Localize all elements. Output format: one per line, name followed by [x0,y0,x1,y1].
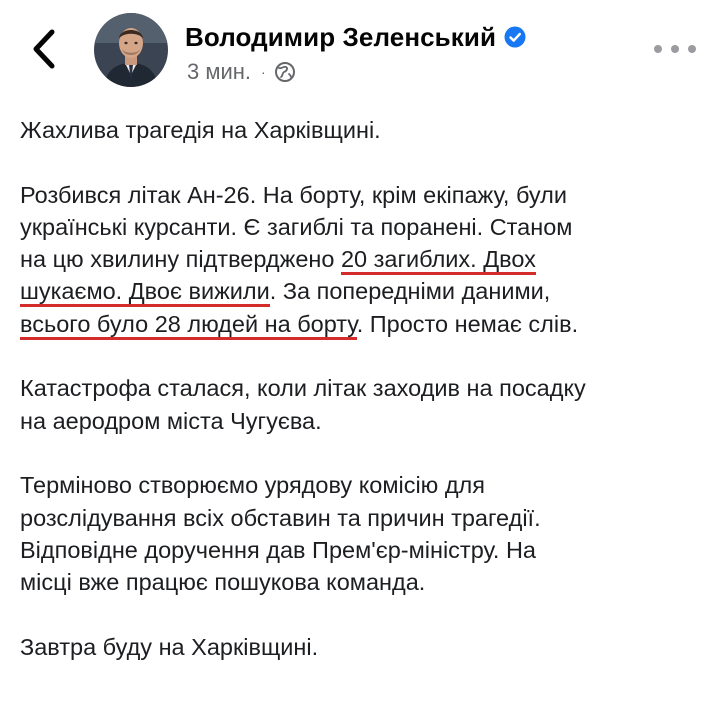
post-text: Жахлива трагедія на Харківщині. Розбився… [20,114,720,695]
text-line: місці вже працює пошукова команда. [20,569,426,596]
text-line: шукаємо. Двоє вижили. За попередніми дан… [20,275,720,308]
text-line: Терміново створюємо урядову комісію для [20,472,485,499]
post-header: Володимир Зеленський 3 мин. · [0,0,727,100]
chevron-left-icon [33,29,55,69]
text-line: Катастрофа сталася, коли літак заходив н… [20,375,586,402]
text-line: всього було 28 людей на борту. Просто не… [20,308,720,340]
paragraph-5: Завтра буду на Харківщині. [20,631,720,663]
paragraph-2: Розбився літак Ан-26. На борту, крім екі… [20,179,720,340]
underlined-text: всього було 28 людей на борту [20,310,357,340]
underlined-text: 20 загиблих. Двох [340,246,536,276]
more-options-button[interactable] [651,38,699,60]
author-row: Володимир Зеленський [185,20,526,54]
more-horizontal-icon [654,45,696,53]
text-line: Відповідне доручення дав Прем'єр-міністр… [20,536,537,563]
text-line: розслідування всіх обставин та причин тр… [20,504,541,531]
globe-icon[interactable] [274,61,296,83]
text-segment: на цю хвилину підтверджено [20,246,341,273]
avatar[interactable] [94,13,168,87]
text-segment: . За попередніми даними, [269,278,551,305]
meta-separator: · [261,64,266,80]
text-segment: . Просто немає слів. [356,310,579,337]
post-timestamp[interactable]: 3 мин. [187,59,251,85]
text-line: на цю хвилину підтверджено 20 загиблих. … [20,243,720,276]
paragraph-3: Катастрофа сталася, коли літак заходив н… [20,372,720,437]
author-name[interactable]: Володимир Зеленський [185,22,496,53]
paragraph-4: Терміново створюємо урядову комісію для … [20,469,720,598]
underlined-text: шукаємо. Двоє вижили [20,278,270,308]
text-line: Жахлива трагедія на Харківщині. [20,117,381,143]
text-line: Розбився літак Ан-26. На борту, крім екі… [20,181,567,208]
verified-badge-icon [504,26,526,48]
post-meta: 3 мин. · [187,58,296,86]
text-line: українські курсанти. Є загиблі та поране… [20,213,573,240]
paragraph-1: Жахлива трагедія на Харківщині. [20,114,720,146]
back-button[interactable] [24,24,64,74]
text-line: Завтра буду на Харківщині. [20,633,319,660]
text-line: на аеродром міста Чугуєва. [20,407,322,434]
